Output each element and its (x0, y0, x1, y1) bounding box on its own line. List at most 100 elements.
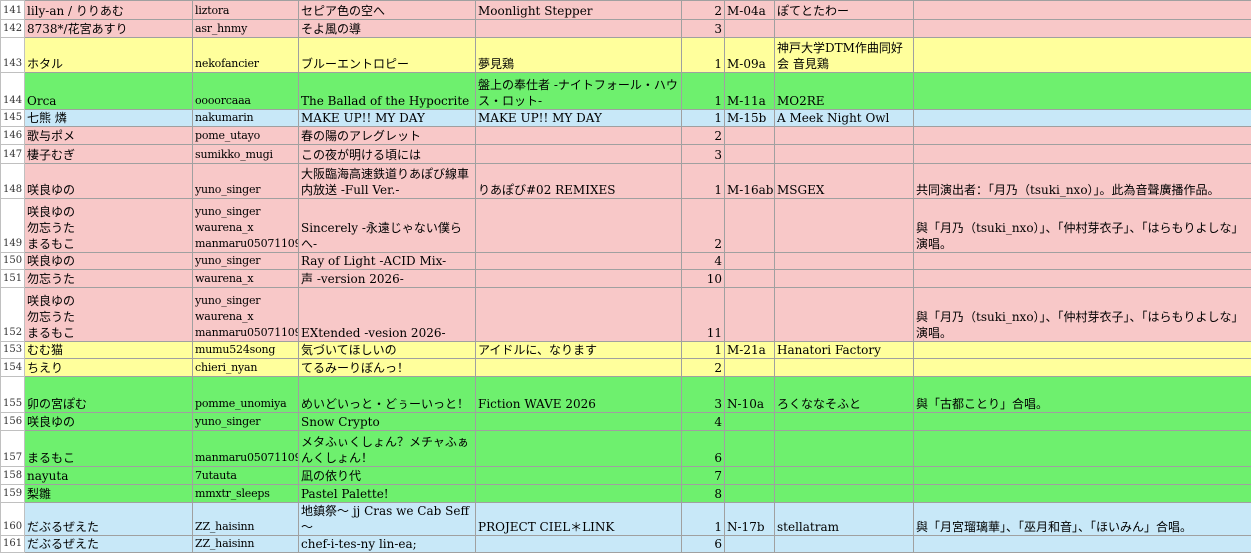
booth-cell[interactable] (725, 288, 775, 342)
album-cell[interactable] (476, 288, 682, 342)
booth-cell[interactable]: M-16ab (725, 164, 775, 199)
account-id-cell[interactable]: yuno_singer waurena_x manmaru05071109 (193, 199, 299, 253)
circle-cell[interactable]: MO2RE (775, 73, 914, 110)
circle-cell[interactable] (775, 288, 914, 342)
account-id-cell[interactable]: yuno_singer waurena_x manmaru05071109 (193, 288, 299, 342)
booth-cell[interactable] (725, 485, 775, 503)
account-id-cell[interactable]: mumu524song (193, 342, 299, 359)
note-cell[interactable] (914, 1, 1251, 20)
album-cell[interactable]: Moonlight Stepper (476, 1, 682, 20)
album-cell[interactable] (476, 536, 682, 553)
booth-cell[interactable] (725, 536, 775, 553)
note-cell[interactable] (914, 342, 1251, 359)
account-id-cell[interactable]: asr_hnmy (193, 20, 299, 38)
row-header[interactable]: 145 (1, 110, 25, 127)
album-cell[interactable] (476, 20, 682, 38)
note-cell[interactable]: 與「古都ことり」合唱。 (914, 377, 1251, 413)
artist-cell[interactable]: 咲良ゆの (25, 413, 193, 431)
account-id-cell[interactable]: liztora (193, 1, 299, 20)
account-id-cell[interactable]: sumikko_mugi (193, 145, 299, 164)
booth-cell[interactable]: M-11a (725, 73, 775, 110)
album-cell[interactable]: アイドルに、なります (476, 342, 682, 359)
circle-cell[interactable] (775, 467, 914, 485)
row-header[interactable]: 161 (1, 536, 25, 553)
song-title-cell[interactable]: そよ風の導 (299, 20, 476, 38)
album-cell[interactable]: 夢見鶏 (476, 38, 682, 73)
booth-cell[interactable] (725, 253, 775, 270)
artist-cell[interactable]: 卯の宮ぽむ (25, 377, 193, 413)
song-title-cell[interactable]: MAKE UP!! MY DAY (299, 110, 476, 127)
note-cell[interactable]: 共同演出者：「月乃（tsuki_nxo）」。此為音聲廣播作品。 (914, 164, 1251, 199)
note-cell[interactable] (914, 127, 1251, 145)
song-title-cell[interactable]: chef-i-tes-ny lin-ea; (299, 536, 476, 553)
row-header[interactable]: 148 (1, 164, 25, 199)
circle-cell[interactable] (775, 431, 914, 467)
row-header[interactable]: 160 (1, 503, 25, 536)
row-header[interactable]: 157 (1, 431, 25, 467)
artist-cell[interactable]: 咲良ゆの 勿忘うた まるもこ (25, 288, 193, 342)
note-cell[interactable] (914, 110, 1251, 127)
account-id-cell[interactable]: mmxtr_sleeps (193, 485, 299, 503)
row-header[interactable]: 159 (1, 485, 25, 503)
artist-cell[interactable]: ホタル (25, 38, 193, 73)
booth-cell[interactable]: M-04a (725, 1, 775, 20)
booth-cell[interactable]: M-21a (725, 342, 775, 359)
circle-cell[interactable]: A Meek Night Owl (775, 110, 914, 127)
track-number-cell[interactable]: 6 (682, 536, 725, 553)
song-title-cell[interactable]: セピア色の空へ (299, 1, 476, 20)
note-cell[interactable] (914, 413, 1251, 431)
album-cell[interactable] (476, 145, 682, 164)
note-cell[interactable] (914, 253, 1251, 270)
circle-cell[interactable] (775, 199, 914, 253)
circle-cell[interactable]: MSGEX (775, 164, 914, 199)
account-id-cell[interactable]: oooorcaaa (193, 73, 299, 110)
song-title-cell[interactable]: The Ballad of the Hypocrite (299, 73, 476, 110)
album-cell[interactable] (476, 253, 682, 270)
album-cell[interactable] (476, 467, 682, 485)
song-title-cell[interactable]: 気づいてほしいの (299, 342, 476, 359)
track-number-cell[interactable]: 1 (682, 38, 725, 73)
booth-cell[interactable] (725, 413, 775, 431)
track-number-cell[interactable]: 3 (682, 377, 725, 413)
row-header[interactable]: 152 (1, 288, 25, 342)
artist-cell[interactable]: むむ猫 (25, 342, 193, 359)
song-title-cell[interactable]: EXtended -vesion 2026- (299, 288, 476, 342)
artist-cell[interactable]: だぶるぜえた (25, 503, 193, 536)
circle-cell[interactable]: ろくななそふと (775, 377, 914, 413)
artist-cell[interactable]: 勿忘うた (25, 270, 193, 288)
account-id-cell[interactable]: ZZ_haisinn (193, 503, 299, 536)
note-cell[interactable] (914, 467, 1251, 485)
circle-cell[interactable] (775, 536, 914, 553)
song-title-cell[interactable]: メタふぃくしょん？メチャふぁんくしょん！ (299, 431, 476, 467)
account-id-cell[interactable]: chieri_nyan (193, 359, 299, 377)
artist-cell[interactable]: 咲良ゆの (25, 164, 193, 199)
booth-cell[interactable] (725, 127, 775, 145)
row-header[interactable]: 143 (1, 38, 25, 73)
booth-cell[interactable]: N-17b (725, 503, 775, 536)
account-id-cell[interactable]: manmaru05071109 (193, 431, 299, 467)
artist-cell[interactable]: lily-an / りりあむ (25, 1, 193, 20)
note-cell[interactable] (914, 270, 1251, 288)
circle-cell[interactable] (775, 359, 914, 377)
album-cell[interactable]: MAKE UP!! MY DAY (476, 110, 682, 127)
track-number-cell[interactable]: 4 (682, 253, 725, 270)
circle-cell[interactable] (775, 485, 914, 503)
row-header[interactable]: 142 (1, 20, 25, 38)
track-number-cell[interactable]: 2 (682, 1, 725, 20)
album-cell[interactable] (476, 413, 682, 431)
booth-cell[interactable] (725, 359, 775, 377)
album-cell[interactable] (476, 431, 682, 467)
booth-cell[interactable] (725, 431, 775, 467)
artist-cell[interactable]: 咲良ゆの (25, 253, 193, 270)
artist-cell[interactable]: 棲子むぎ (25, 145, 193, 164)
track-number-cell[interactable]: 4 (682, 413, 725, 431)
track-number-cell[interactable]: 10 (682, 270, 725, 288)
song-title-cell[interactable]: 地鎮祭〜 jj Cras we Cab Seff 〜 (299, 503, 476, 536)
note-cell[interactable]: 與「月乃（tsuki_nxo）」、「仲村芽衣子」、「はらもりよしな」演唱。 (914, 199, 1251, 253)
note-cell[interactable] (914, 20, 1251, 38)
row-header[interactable]: 149 (1, 199, 25, 253)
row-header[interactable]: 154 (1, 359, 25, 377)
note-cell[interactable]: 與「月宮瑠璃華」、「巫月和音」、「ほいみん」合唱。 (914, 503, 1251, 536)
track-number-cell[interactable]: 3 (682, 145, 725, 164)
track-number-cell[interactable]: 1 (682, 110, 725, 127)
